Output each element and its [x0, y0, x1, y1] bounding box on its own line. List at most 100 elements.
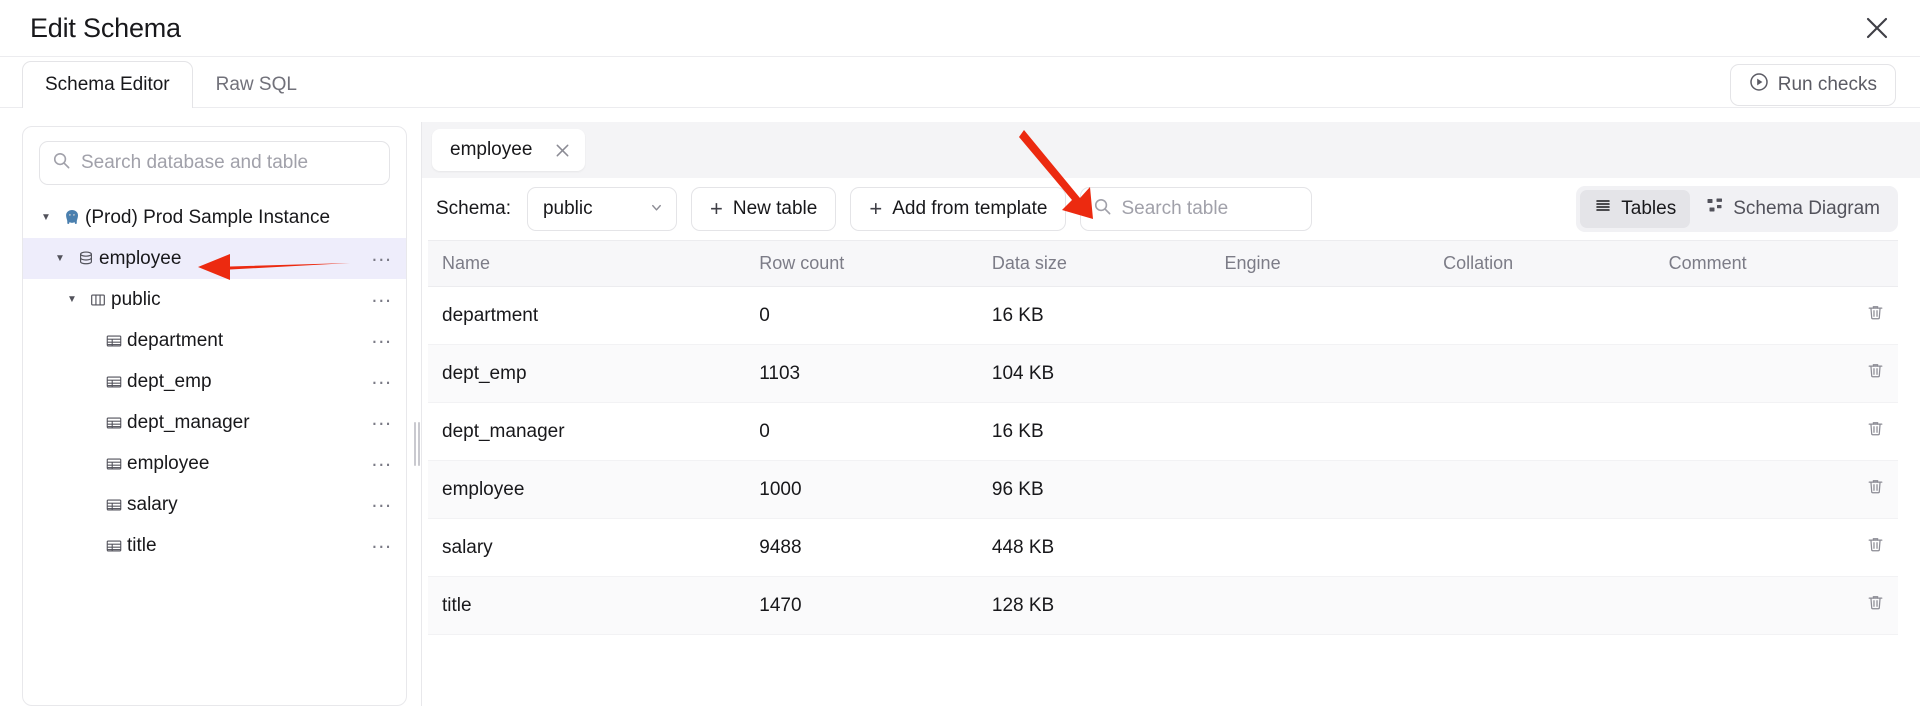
column-header-data-size[interactable]: Data size — [977, 240, 1211, 287]
table-row[interactable]: department 0 16 KB — [428, 286, 1898, 345]
cell-row-count: 1103 — [745, 344, 978, 403]
table-row[interactable]: dept_emp 1103 104 KB — [428, 344, 1898, 403]
column-header-name[interactable]: Name — [428, 240, 746, 287]
chevron-down-icon[interactable]: ▼ — [59, 294, 85, 305]
database-chip-employee[interactable]: employee — [432, 129, 586, 171]
sidebar-item-prod-sample-instance[interactable]: ▼ (Prod) Prod Sample Instance — [23, 197, 406, 238]
chevron-down-icon[interactable]: ▼ — [33, 212, 59, 223]
sidebar-item-table-dept-manager[interactable]: dept_manager ... — [23, 402, 406, 443]
sidebar-item-menu-icon[interactable]: ... — [371, 490, 392, 513]
table-icon — [101, 455, 127, 473]
cell-comment — [1654, 344, 1838, 403]
table-row[interactable]: salary 9488 448 KB — [428, 518, 1898, 577]
chevron-down-icon[interactable]: ▼ — [47, 253, 73, 264]
table-icon — [101, 373, 127, 391]
sidebar-item-public-schema[interactable]: ▼ public ... — [23, 279, 406, 320]
sidebar-item-label: salary — [127, 493, 178, 515]
table-icon — [101, 414, 127, 432]
tab-schema-editor[interactable]: Schema Editor — [22, 61, 193, 109]
cell-collation — [1429, 518, 1655, 577]
cell-engine — [1210, 518, 1430, 577]
sidebar-search-wrap — [23, 127, 406, 191]
search-icon — [52, 151, 71, 175]
run-checks-label: Run checks — [1777, 74, 1877, 95]
sidebar-item-table-employee[interactable]: employee ... — [23, 443, 406, 484]
panel-resize-handle[interactable] — [414, 422, 420, 466]
cell-name: employee — [428, 460, 746, 519]
tab-raw-sql-label: Raw SQL — [215, 74, 297, 95]
search-input[interactable] — [81, 152, 377, 174]
sidebar-item-table-title[interactable]: title ... — [23, 525, 406, 566]
list-icon — [1594, 197, 1612, 221]
cell-comment — [1654, 460, 1838, 519]
schema-diagram-icon — [1706, 197, 1724, 221]
column-header-actions — [1838, 240, 1898, 287]
sidebar-item-menu-icon[interactable]: ... — [371, 244, 392, 267]
sidebar-item-table-salary[interactable]: salary ... — [23, 484, 406, 525]
sidebar-item-label: employee — [99, 247, 182, 269]
sidebar-item-menu-icon[interactable]: ... — [371, 531, 392, 554]
plus-icon: + — [869, 196, 883, 221]
table-icon — [101, 332, 127, 350]
chevron-down-icon — [649, 200, 664, 218]
trash-icon[interactable] — [1866, 593, 1885, 612]
table-icon — [101, 496, 127, 514]
cell-actions — [1838, 286, 1898, 345]
database-chip-label: employee — [450, 139, 533, 160]
trash-icon[interactable] — [1866, 477, 1885, 496]
view-mode-tables-button[interactable]: Tables — [1580, 190, 1691, 228]
view-mode-schema-diagram-label: Schema Diagram — [1733, 198, 1880, 219]
new-table-button[interactable]: + New table — [690, 187, 837, 231]
column-header-comment[interactable]: Comment — [1654, 240, 1838, 287]
cell-data-size: 104 KB — [977, 344, 1211, 403]
cell-actions — [1838, 518, 1898, 577]
close-icon[interactable] — [554, 142, 571, 159]
sidebar-item-label: dept_manager — [127, 411, 250, 433]
table-row[interactable]: employee 1000 96 KB — [428, 460, 1898, 519]
sidebar-item-menu-icon[interactable]: ... — [371, 449, 392, 472]
table-row[interactable]: dept_manager 0 16 KB — [428, 402, 1898, 461]
search-table-box[interactable] — [1080, 187, 1367, 231]
column-header-collation[interactable]: Collation — [1429, 240, 1655, 287]
search-table-input[interactable] — [1121, 198, 1367, 220]
table-row[interactable]: title 1470 128 KB — [428, 576, 1898, 635]
play-circle-icon — [1749, 72, 1769, 98]
cell-comment — [1654, 518, 1838, 577]
cell-row-count: 0 — [745, 402, 978, 461]
cell-data-size: 128 KB — [977, 576, 1211, 635]
schema-main-panel: employee Schema: public + New table + Ad… — [414, 122, 1920, 706]
sidebar-item-menu-icon[interactable]: ... — [371, 408, 392, 431]
trash-icon[interactable] — [1866, 303, 1885, 322]
search-database-box[interactable] — [39, 141, 390, 185]
cell-name: department — [428, 286, 746, 345]
column-header-engine[interactable]: Engine — [1210, 240, 1430, 287]
add-from-template-label: Add from template — [892, 198, 1048, 219]
sidebar-item-menu-icon[interactable]: ... — [371, 367, 392, 390]
schema-select[interactable]: public — [526, 187, 677, 231]
cell-row-count: 9488 — [745, 518, 978, 577]
tab-raw-sql[interactable]: Raw SQL — [193, 61, 320, 108]
sidebar-item-employee-database[interactable]: ▼ employee ... — [23, 238, 406, 279]
sidebar-item-table-department[interactable]: department ... — [23, 320, 406, 361]
cell-engine — [1210, 460, 1430, 519]
cell-comment — [1654, 286, 1838, 345]
cell-engine — [1210, 286, 1430, 345]
view-mode-schema-diagram-button[interactable]: Schema Diagram — [1692, 190, 1894, 228]
cell-collation — [1429, 576, 1655, 635]
open-database-tabs: employee — [422, 122, 1920, 178]
sidebar-item-table-dept-emp[interactable]: dept_emp ... — [23, 361, 406, 402]
sidebar-item-menu-icon[interactable]: ... — [371, 285, 392, 308]
sidebar-item-menu-icon[interactable]: ... — [371, 326, 392, 349]
trash-icon[interactable] — [1866, 361, 1885, 380]
tables-grid: Name Row count Data size Engine Collatio… — [428, 240, 1898, 635]
add-from-template-button[interactable]: + Add from template — [850, 187, 1067, 231]
sidebar-item-label: department — [127, 329, 224, 351]
run-checks-button[interactable]: Run checks — [1729, 64, 1896, 106]
schema-select-value: public — [542, 198, 593, 219]
column-header-row-count[interactable]: Row count — [745, 240, 978, 287]
close-icon[interactable] — [1860, 11, 1894, 45]
cell-actions — [1838, 344, 1898, 403]
trash-icon[interactable] — [1866, 419, 1885, 438]
cell-name: salary — [428, 518, 746, 577]
trash-icon[interactable] — [1866, 535, 1885, 554]
